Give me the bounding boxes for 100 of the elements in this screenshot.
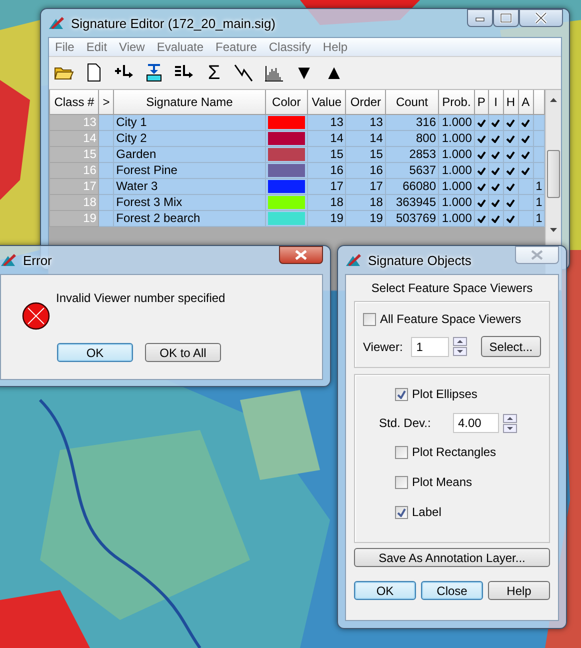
scroll-thumb[interactable] [547, 150, 560, 198]
column-header[interactable]: Prob. [438, 90, 474, 114]
std-dev-field[interactable]: 4.00 [453, 413, 499, 433]
table-cell: 17 [50, 178, 99, 194]
check-icon[interactable] [506, 118, 516, 126]
check-icon[interactable] [476, 182, 486, 190]
table-cell: 1.000 [438, 194, 474, 210]
color-swatch[interactable] [268, 180, 305, 193]
color-swatch[interactable] [268, 132, 305, 145]
check-icon[interactable] [521, 166, 530, 174]
line-graph-icon[interactable] [233, 62, 255, 84]
table-cell: Forest Pine [114, 162, 266, 178]
minimize-button[interactable] [467, 9, 493, 27]
table-cell: 363945 [385, 194, 438, 210]
check-icon[interactable] [491, 118, 500, 126]
menu-item[interactable]: Classify [262, 40, 317, 54]
toolbar-button[interactable]: Σ [203, 62, 225, 84]
check-icon[interactable] [506, 198, 516, 206]
checkbox[interactable] [395, 388, 408, 400]
toolbar-button[interactable]: ▲ [323, 62, 345, 84]
save-annotation-button[interactable]: Save As Annotation Layer... [354, 548, 550, 567]
column-header[interactable]: Color [265, 90, 308, 114]
viewer-field[interactable]: 1 [411, 336, 449, 356]
check-icon[interactable] [476, 166, 486, 174]
spin-down-icon[interactable] [452, 347, 467, 356]
check-icon[interactable] [521, 118, 530, 126]
checkbox[interactable] [395, 476, 408, 488]
checkbox[interactable] [363, 312, 376, 326]
check-icon[interactable] [506, 134, 516, 142]
dialog-button[interactable]: OK [57, 343, 133, 362]
color-swatch[interactable] [268, 212, 305, 225]
spin-up-icon[interactable] [452, 337, 467, 346]
spin-down-icon[interactable] [503, 424, 517, 432]
scroll-down-icon[interactable] [550, 228, 558, 232]
column-header[interactable]: Class # [50, 90, 99, 114]
check-icon[interactable] [506, 150, 516, 158]
table-cell: 1.000 [438, 146, 474, 162]
dialog-button[interactable]: Close [421, 581, 483, 600]
checkbox-label: Plot Means [412, 475, 472, 489]
table-cell: 2853 [385, 146, 438, 162]
check-icon[interactable] [491, 150, 500, 158]
table-cell: 17 [346, 178, 386, 194]
table-cell: Forest 2 bearch [114, 210, 266, 226]
error-message: Invalid Viewer number specified [56, 291, 226, 305]
check-icon[interactable] [476, 150, 486, 158]
check-icon[interactable] [491, 166, 500, 174]
check-icon[interactable] [491, 182, 500, 190]
check-icon[interactable] [506, 214, 516, 222]
close-button[interactable] [519, 9, 563, 27]
checkbox[interactable] [395, 446, 408, 458]
menu-item[interactable]: Feature [210, 40, 263, 54]
menu-item[interactable]: Edit [80, 40, 114, 54]
check-icon[interactable] [476, 198, 486, 206]
table-cell: 18 [346, 194, 386, 210]
check-icon[interactable] [491, 134, 500, 142]
table-cell: 15 [346, 146, 386, 162]
toolbar-button[interactable]: ▼ [293, 62, 315, 84]
spin-up-icon[interactable] [503, 414, 517, 422]
check-icon[interactable] [491, 198, 500, 206]
check-icon[interactable] [476, 118, 486, 126]
spinner-arrows[interactable] [503, 414, 517, 432]
check-icon[interactable] [476, 134, 486, 142]
checkbox-label: Plot Ellipses [412, 387, 478, 401]
check-icon[interactable] [521, 150, 530, 158]
column-header[interactable]: P [474, 90, 488, 114]
spinner-arrows[interactable] [452, 337, 467, 356]
column-header[interactable]: I [488, 90, 504, 114]
dialog-title: Error [23, 252, 52, 268]
dialog-button[interactable]: OK to All [145, 343, 221, 362]
scroll-up-icon[interactable] [550, 98, 558, 102]
menu-item[interactable]: Evaluate [150, 40, 210, 54]
color-swatch[interactable] [268, 116, 305, 129]
check-icon[interactable] [521, 134, 530, 142]
close-button[interactable] [279, 246, 323, 264]
check-icon[interactable] [476, 214, 486, 222]
section-heading: Select Feature Space Viewers [370, 281, 534, 295]
checkbox[interactable] [395, 506, 408, 518]
column-header[interactable]: A [518, 90, 534, 114]
maximize-button[interactable] [493, 9, 519, 27]
column-header[interactable]: H [503, 90, 518, 114]
check-icon[interactable] [491, 214, 500, 222]
color-swatch[interactable] [268, 164, 305, 177]
column-header[interactable]: Signature Name [114, 90, 266, 114]
app-logo-icon [345, 252, 362, 268]
check-icon[interactable] [506, 182, 516, 190]
column-header[interactable]: > [98, 90, 114, 114]
menu-item[interactable]: Help [316, 40, 354, 54]
color-swatch[interactable] [268, 148, 305, 161]
menu-item[interactable]: File [49, 40, 80, 54]
dialog-button[interactable]: OK [354, 581, 416, 600]
select-button[interactable]: Select... [480, 336, 541, 357]
dialog-button[interactable]: Help [488, 581, 550, 600]
column-header[interactable]: Value [307, 90, 346, 114]
check-icon[interactable] [506, 166, 516, 174]
table-cell: Forest 3 Mix [114, 194, 266, 210]
column-header[interactable]: Count [385, 90, 438, 114]
table-cell: 1.000 [438, 130, 474, 146]
menu-item[interactable]: View [113, 40, 151, 54]
color-swatch[interactable] [268, 196, 305, 209]
column-header[interactable]: Order [346, 90, 386, 114]
